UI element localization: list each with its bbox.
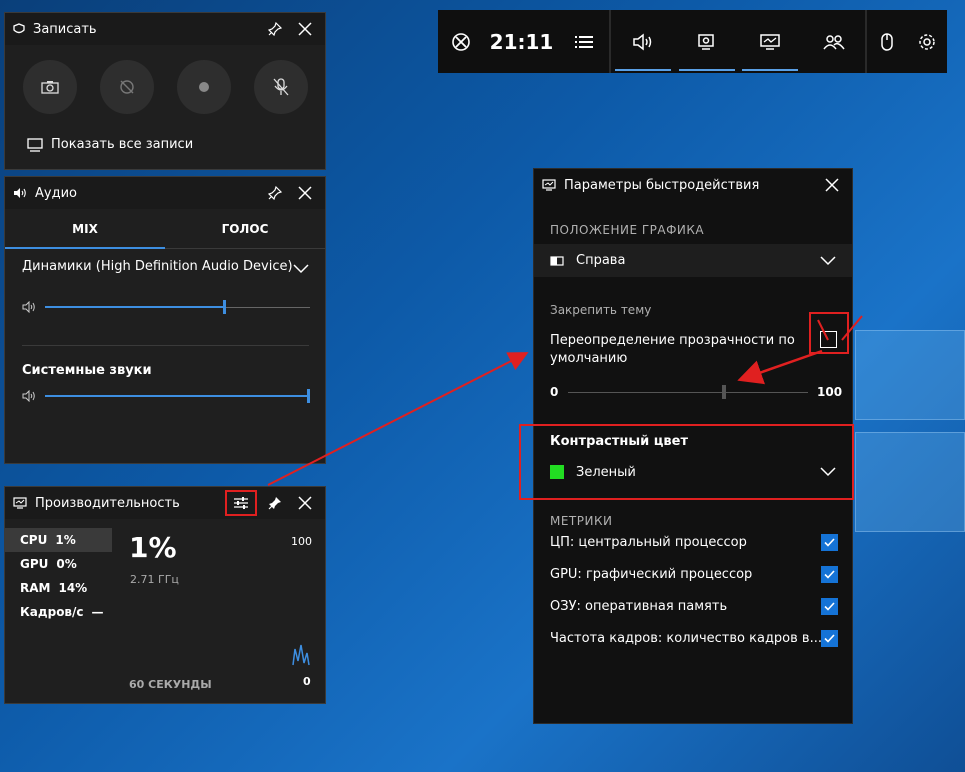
annotation-arrow	[737, 349, 823, 385]
annotation-stroke	[817, 319, 829, 341]
annotation-arrows	[267, 315, 863, 486]
annotation-stroke	[841, 315, 863, 341]
annotation-arrow	[267, 352, 529, 486]
